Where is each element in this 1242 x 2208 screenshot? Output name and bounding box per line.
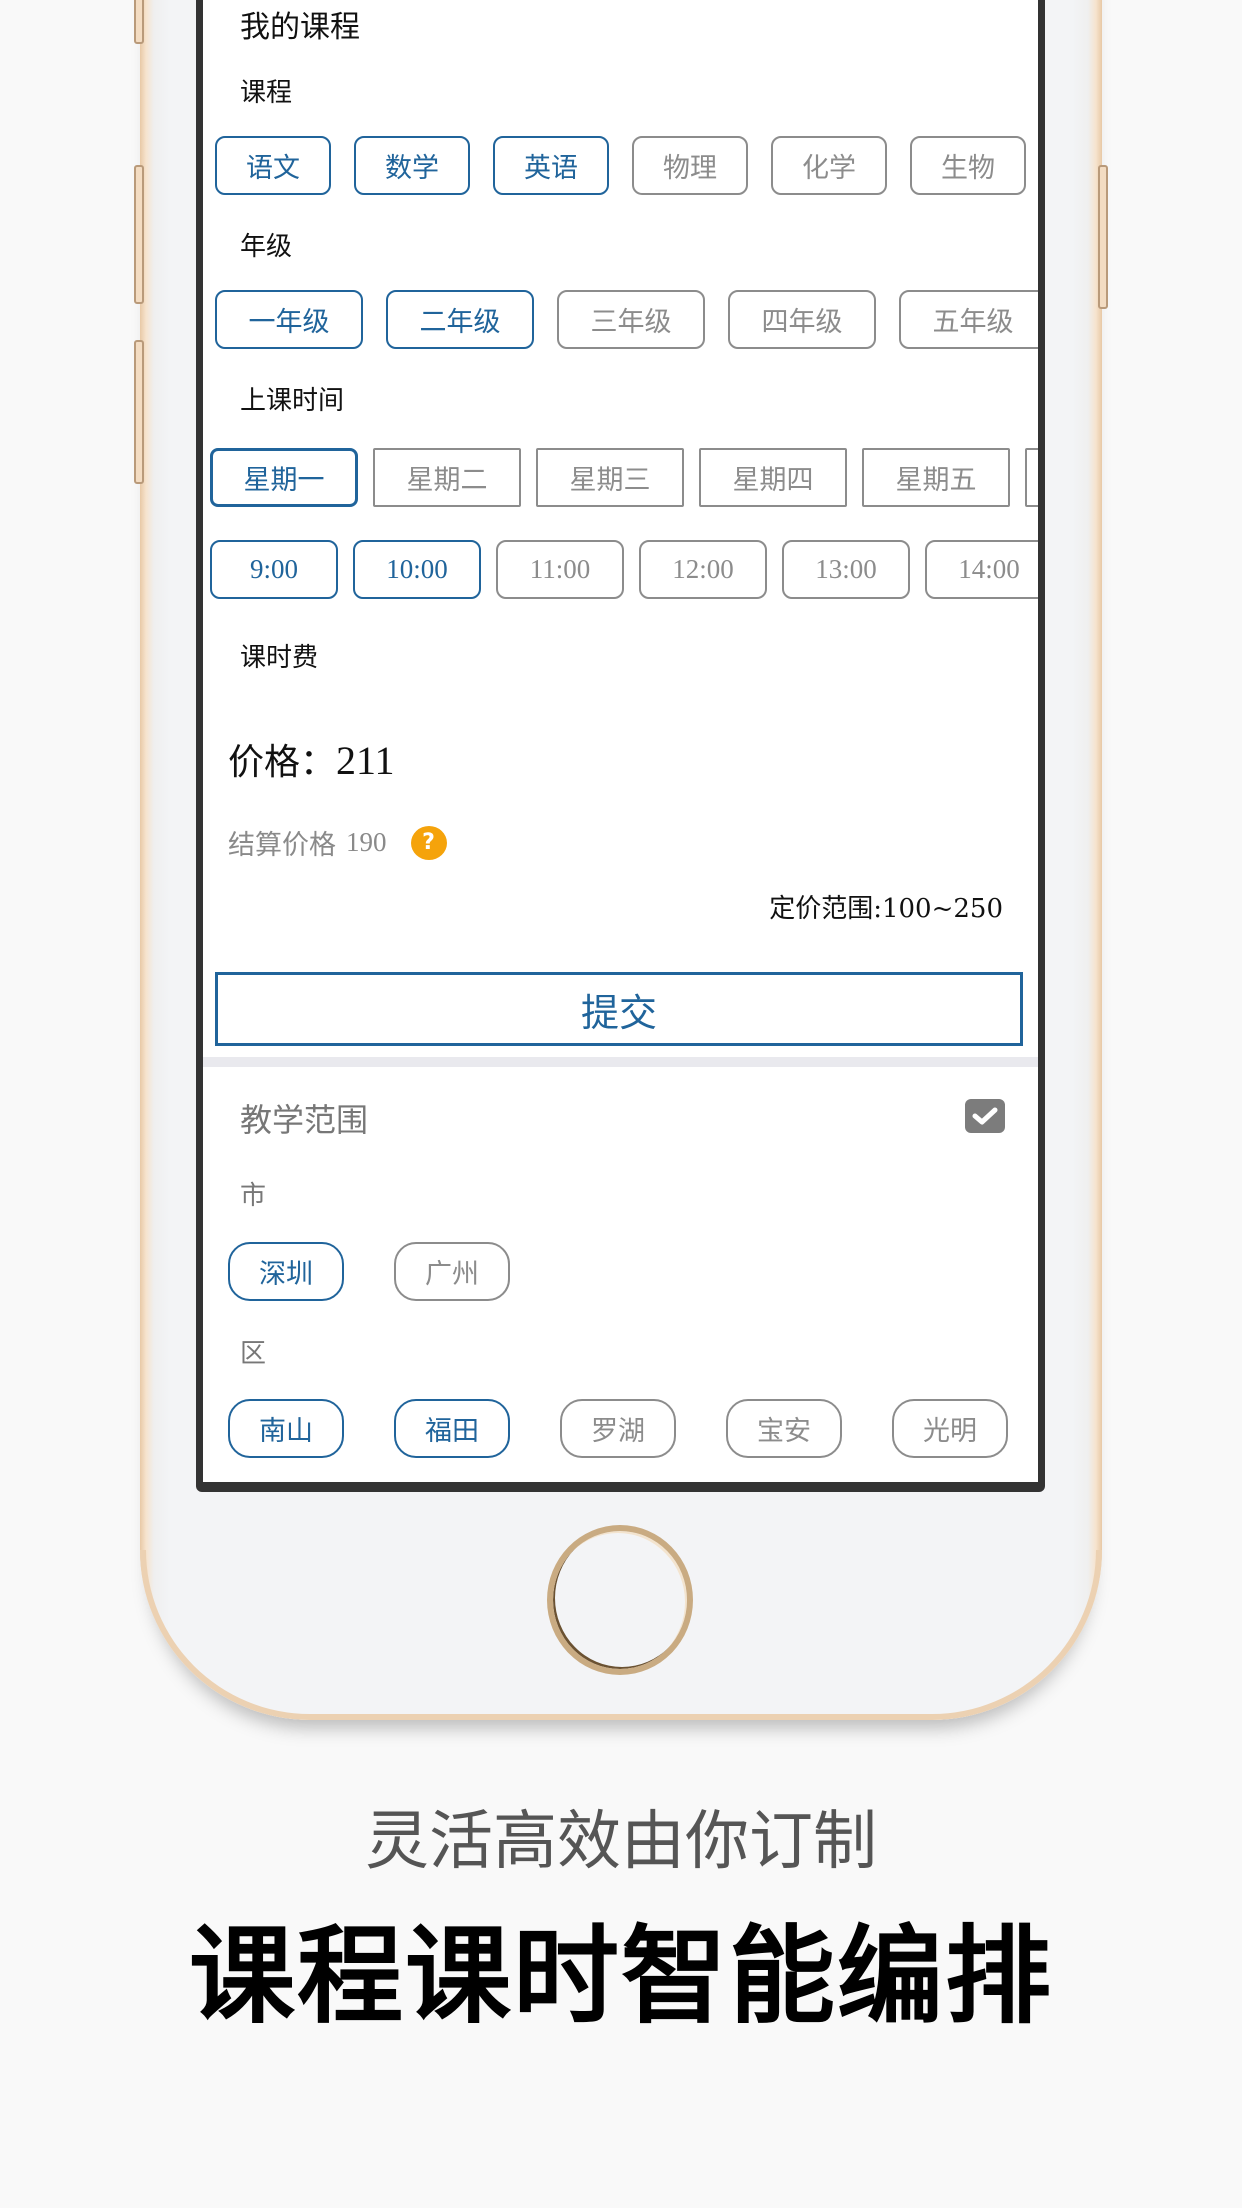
- price-range: 定价范围:100~250: [769, 894, 1003, 924]
- district-chip[interactable]: 光明: [892, 1399, 1008, 1458]
- city-chip[interactable]: 广州: [394, 1242, 510, 1301]
- district-label: 区: [240, 1339, 267, 1369]
- hour-chip[interactable]: 10:00: [353, 540, 481, 599]
- settlement-value: 190: [346, 827, 387, 857]
- price-label: 价格：: [228, 742, 337, 783]
- price-display: 价格：211: [228, 733, 395, 785]
- grade-chip[interactable]: 五年级: [899, 290, 1038, 349]
- grade-chip[interactable]: 二年级: [386, 290, 534, 349]
- grade-chip[interactable]: 一年级: [215, 290, 363, 349]
- settlement-label: 结算价格: [228, 830, 336, 861]
- hour-chip[interactable]: 11:00: [496, 540, 624, 599]
- district-chip[interactable]: 罗湖: [560, 1399, 676, 1458]
- app-screen: 我的课程 课程 语文 数学 英语 物理 化学 生物 年级 一年级 二年级 三年级 四年级 五年级 …: [203, 0, 1038, 1482]
- grade-label: 年级: [240, 232, 293, 262]
- course-chip[interactable]: 英语: [493, 136, 609, 195]
- fee-label: 课时费: [240, 643, 319, 673]
- promo-subtitle: 灵活高效由你订制: [365, 1805, 877, 1879]
- district-chip[interactable]: 南山: [228, 1399, 344, 1458]
- course-options: 语文 数学 英语 物理 化学 生物: [215, 136, 1026, 195]
- city-options: 深圳 广州: [228, 1242, 510, 1301]
- course-label: 课程: [240, 78, 293, 108]
- weekday-options: 星期一 星期二 星期三 星期四 星期五: [210, 448, 1038, 507]
- grade-chip[interactable]: 三年级: [557, 290, 705, 349]
- weekday-chip[interactable]: 星期五: [862, 448, 1010, 507]
- course-chip[interactable]: 语文: [215, 136, 331, 195]
- district-options: 南山 福田 罗湖 宝安 光明: [228, 1399, 1008, 1458]
- hour-options: 9:00 10:00 11:00 12:00 13:00 14:00: [210, 540, 1038, 599]
- page-title: 我的课程: [240, 10, 360, 45]
- grade-options: 一年级 二年级 三年级 四年级 五年级: [215, 290, 1038, 349]
- question-circle-icon[interactable]: ?: [410, 825, 447, 860]
- volume-down-button: [134, 340, 144, 484]
- check-icon: [972, 1107, 998, 1125]
- mute-switch: [134, 0, 144, 44]
- price-value[interactable]: 211: [336, 738, 395, 783]
- weekday-chip[interactable]: 星期一: [210, 448, 358, 507]
- time-label: 上课时间: [240, 386, 345, 416]
- teaching-scope-checkbox[interactable]: [965, 1099, 1005, 1133]
- hour-chip[interactable]: 14:00: [925, 540, 1038, 599]
- hour-chip[interactable]: 9:00: [210, 540, 338, 599]
- power-button: [1098, 165, 1108, 309]
- weekday-chip[interactable]: [1025, 448, 1038, 507]
- volume-up-button: [134, 165, 144, 304]
- promo-headline: 课程课时智能编排: [189, 1915, 1053, 2038]
- city-chip[interactable]: 深圳: [228, 1242, 344, 1301]
- weekday-chip[interactable]: 星期三: [536, 448, 684, 507]
- course-chip[interactable]: 数学: [354, 136, 470, 195]
- hour-chip[interactable]: 13:00: [782, 540, 910, 599]
- settlement-price: 结算价格 190 ?: [228, 823, 447, 862]
- weekday-chip[interactable]: 星期四: [699, 448, 847, 507]
- submit-button[interactable]: 提交: [215, 972, 1023, 1046]
- hour-chip[interactable]: 12:00: [639, 540, 767, 599]
- home-button[interactable]: [547, 1525, 693, 1675]
- course-chip[interactable]: 生物: [910, 136, 1026, 195]
- weekday-chip[interactable]: 星期二: [373, 448, 521, 507]
- section-divider: [203, 1057, 1038, 1067]
- course-chip[interactable]: 化学: [771, 136, 887, 195]
- teaching-scope-title: 教学范围: [240, 1101, 369, 1139]
- city-label: 市: [240, 1181, 267, 1211]
- grade-chip[interactable]: 四年级: [728, 290, 876, 349]
- district-chip[interactable]: 宝安: [726, 1399, 842, 1458]
- district-chip[interactable]: 福田: [394, 1399, 510, 1458]
- course-chip[interactable]: 物理: [632, 136, 748, 195]
